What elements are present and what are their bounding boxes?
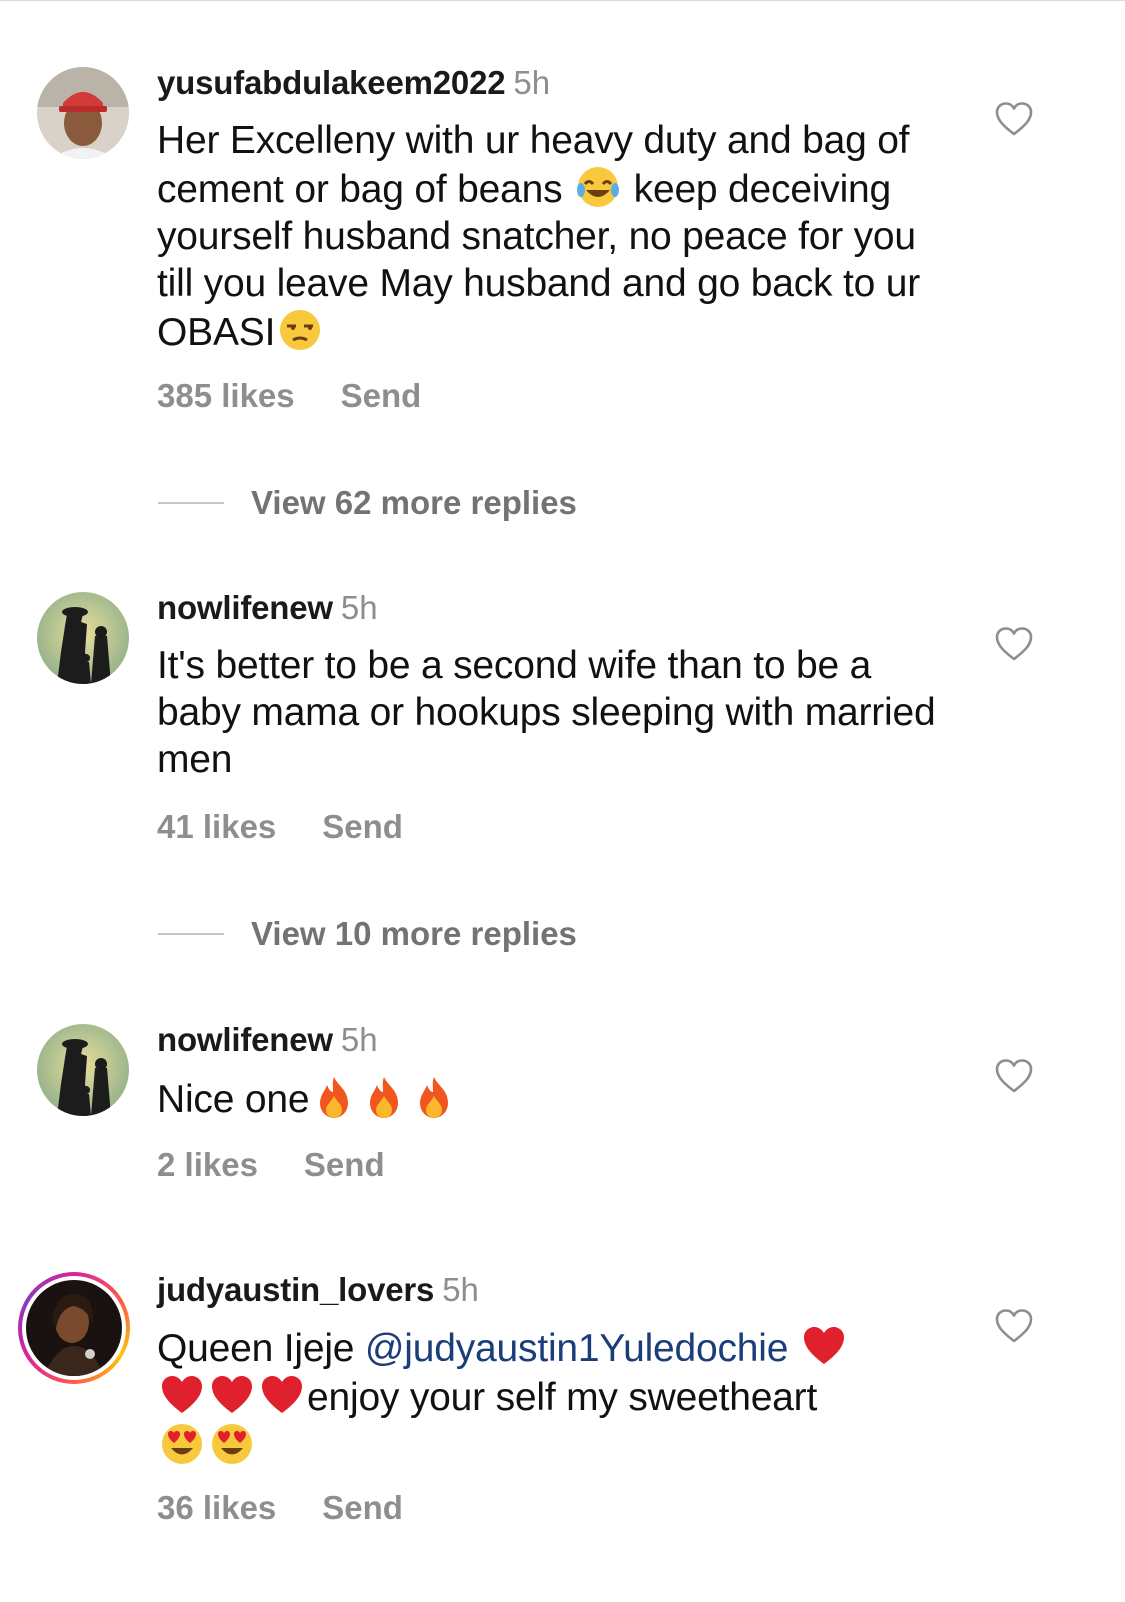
mention-link[interactable]: @judyaustin1Yuledochie: [365, 1327, 789, 1370]
username-link[interactable]: judyaustin_lovers: [157, 1271, 434, 1308]
comment-text-part: enjoy your self my sweetheart: [307, 1376, 818, 1419]
heart-icon[interactable]: [994, 1058, 1034, 1094]
username-link[interactable]: yusufabdulakeem2022: [157, 64, 506, 101]
heart-eyes-emoji: [159, 1421, 205, 1467]
timestamp: 5h: [340, 1021, 378, 1058]
replies-divider-line: [158, 933, 224, 935]
red-heart-emoji: [159, 1372, 205, 1418]
avatar[interactable]: [37, 67, 129, 159]
view-replies-label[interactable]: View 10 more replies: [251, 914, 577, 954]
red-heart-emoji: [259, 1372, 305, 1418]
avatar[interactable]: [37, 1024, 129, 1116]
story-ring-avatar[interactable]: [18, 1272, 130, 1384]
comment-text-part: Queen Ijeje: [157, 1327, 365, 1370]
comment-header: judyaustin_lovers 5h: [157, 1270, 479, 1310]
fire-emoji: [311, 1074, 357, 1120]
fire-emoji: [411, 1074, 457, 1120]
timestamp: 5h: [442, 1271, 479, 1308]
comment-header: nowlifenew 5h: [157, 588, 378, 628]
avatar[interactable]: [37, 592, 129, 684]
comment-meta: 36 likes Send: [157, 1488, 403, 1528]
comment-text: Her Excelleny with ur heavy duty and bag…: [157, 117, 957, 356]
comment-meta: 385 likes Send: [157, 376, 421, 416]
comment-header: nowlifenew 5h: [157, 1020, 378, 1060]
likes-count[interactable]: 385 likes: [157, 377, 295, 414]
comment-text: It's better to be a second wife than to …: [157, 644, 936, 781]
comment-text-part: Nice one: [157, 1078, 310, 1121]
tears-of-joy-emoji: [575, 164, 621, 210]
heart-eyes-emoji: [209, 1421, 255, 1467]
heart-icon[interactable]: [994, 1308, 1034, 1344]
send-button[interactable]: Send: [341, 377, 422, 414]
fire-emoji: [361, 1074, 407, 1120]
unamused-face-emoji: [277, 307, 323, 353]
username-link[interactable]: nowlifenew: [157, 589, 333, 626]
avatar[interactable]: [26, 1280, 122, 1376]
red-heart-emoji: [801, 1323, 847, 1369]
username-link[interactable]: nowlifenew: [157, 1021, 333, 1058]
send-button[interactable]: Send: [322, 808, 403, 845]
comment-header: yusufabdulakeem2022 5h: [157, 63, 550, 103]
likes-count[interactable]: 41 likes: [157, 808, 276, 845]
send-button[interactable]: Send: [322, 1489, 403, 1526]
likes-count[interactable]: 36 likes: [157, 1489, 276, 1526]
comment-text: Queen Ijeje @judyaustin1Yuledochie enjoy…: [157, 1323, 957, 1470]
heart-icon[interactable]: [994, 626, 1034, 662]
comment-meta: 41 likes Send: [157, 807, 403, 847]
top-divider: [0, 0, 1125, 1]
comment-text: Nice one: [157, 1074, 957, 1123]
red-heart-emoji: [209, 1372, 255, 1418]
comment-meta: 2 likes Send: [157, 1145, 385, 1185]
timestamp: 5h: [513, 64, 551, 101]
timestamp: 5h: [340, 589, 378, 626]
likes-count[interactable]: 2 likes: [157, 1146, 258, 1183]
send-button[interactable]: Send: [304, 1146, 385, 1183]
heart-icon[interactable]: [994, 101, 1034, 137]
view-replies-label[interactable]: View 62 more replies: [251, 483, 577, 523]
replies-divider-line: [158, 502, 224, 504]
